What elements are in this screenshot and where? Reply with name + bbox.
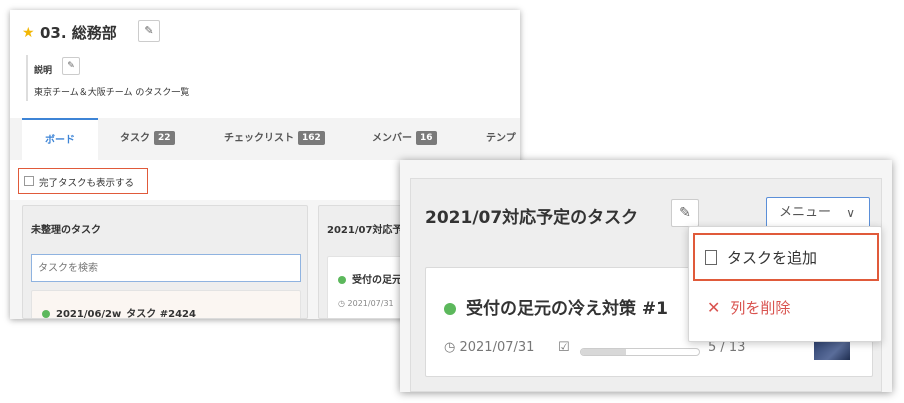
project-title: 03. 総務部 [40,24,117,42]
checklist-progress-bar [580,348,700,356]
pencil-icon: ✎ [679,205,691,221]
task-card[interactable]: 2021/06/2w_タスク #2424 [31,290,301,319]
show-completed-label: 完了タスクも表示する [39,178,135,189]
show-completed-filter[interactable]: 完了タスクも表示する [18,168,148,194]
project-header: ★ 03. 総務部 ✎ 説明 ✎ 東京チーム＆大阪チーム のタスク一覧 [10,10,520,120]
delete-column-menu-item[interactable]: ✕ 列を削除 [693,285,879,333]
pencil-icon: ✎ [67,61,75,71]
edit-description-button[interactable]: ✎ [62,57,80,75]
task-card-title: 2021/06/2w_タスク #2424 [56,309,196,319]
column-menu-button[interactable]: メニュー ∨ [766,197,870,229]
description-box: 説明 ✎ 東京チーム＆大阪チーム のタスク一覧 [26,55,506,101]
task-card-title-wrap: 2021/06/2w_タスク #2424 [42,305,196,319]
tab-label: ボード [45,135,75,146]
tab-checklist[interactable]: チェックリスト 162 [224,118,325,160]
task-search-input[interactable] [31,254,301,282]
clock-icon: ◷ [444,340,460,355]
menu-label: メニュー [779,205,832,220]
tab-templates[interactable]: テンプ [486,118,516,160]
show-completed-checkbox[interactable] [24,176,34,186]
tab-count-badge: 162 [298,131,325,145]
board-column-unsorted: 未整理のタスク 2021/06/2w_タスク #2424 [22,205,308,319]
edit-title-button[interactable]: ✎ [138,20,160,42]
column-title: 未整理のタスク [31,225,101,236]
checklist-progress-fill [581,349,626,355]
tab-label: タスク [120,133,150,144]
delete-column-label: 列を削除 [730,299,791,317]
checklist-icon: ☑ [558,340,570,355]
checklist-count: 5 / 13 [708,340,746,355]
add-task-menu-item[interactable]: タスクを追加 [693,233,879,281]
tab-tasks[interactable]: タスク 22 [120,118,175,160]
status-dot [42,310,50,318]
task-card-date-wrap: ◷ 2021/07/31 [338,299,394,308]
close-icon: ✕ [707,298,721,317]
tab-label: チェックリスト [224,133,294,144]
task-card-title: 受付の足元の冷え対策 #1 [466,299,668,319]
add-task-label: タスクを追加 [727,249,818,267]
chevron-down-icon: ∨ [846,206,855,220]
task-card-title-wrap: 受付の足元の冷え対策 #1 [444,294,668,319]
tab-count-badge: 22 [154,131,175,145]
task-card-title: 受付の足元 [352,275,402,286]
star-icon[interactable]: ★ [22,25,35,41]
tab-board[interactable]: ボード [22,118,98,160]
edit-column-button[interactable]: ✎ [671,199,699,227]
tab-bar: ボード タスク 22 チェックリスト 162 メンバー 16 テンプ [10,118,520,160]
task-card-title-wrap: 受付の足元 [338,271,402,286]
status-dot [444,303,456,315]
tab-members[interactable]: メンバー 16 [372,118,437,160]
status-dot [338,276,346,284]
column-title: 2021/07対応予定のタスク [425,208,639,228]
column-title: 2021/07対応予 [327,225,403,236]
tab-label: メンバー [372,133,412,144]
column-menu-dropdown: タスクを追加 ✕ 列を削除 [688,226,882,342]
task-due-date: 2021/07/31 [459,340,535,355]
tab-count-badge: 16 [416,131,437,145]
clock-icon: ◷ [338,299,348,308]
pencil-icon: ✎ [144,24,154,37]
description-text: 東京チーム＆大阪チーム のタスク一覧 [34,88,190,98]
document-icon [705,250,717,265]
description-label: 説明 [34,66,53,76]
task-due-date-wrap: ◷ 2021/07/31 [444,340,534,355]
task-card-date: 2021/07/31 [347,299,394,308]
tab-label: テンプ [486,133,516,144]
